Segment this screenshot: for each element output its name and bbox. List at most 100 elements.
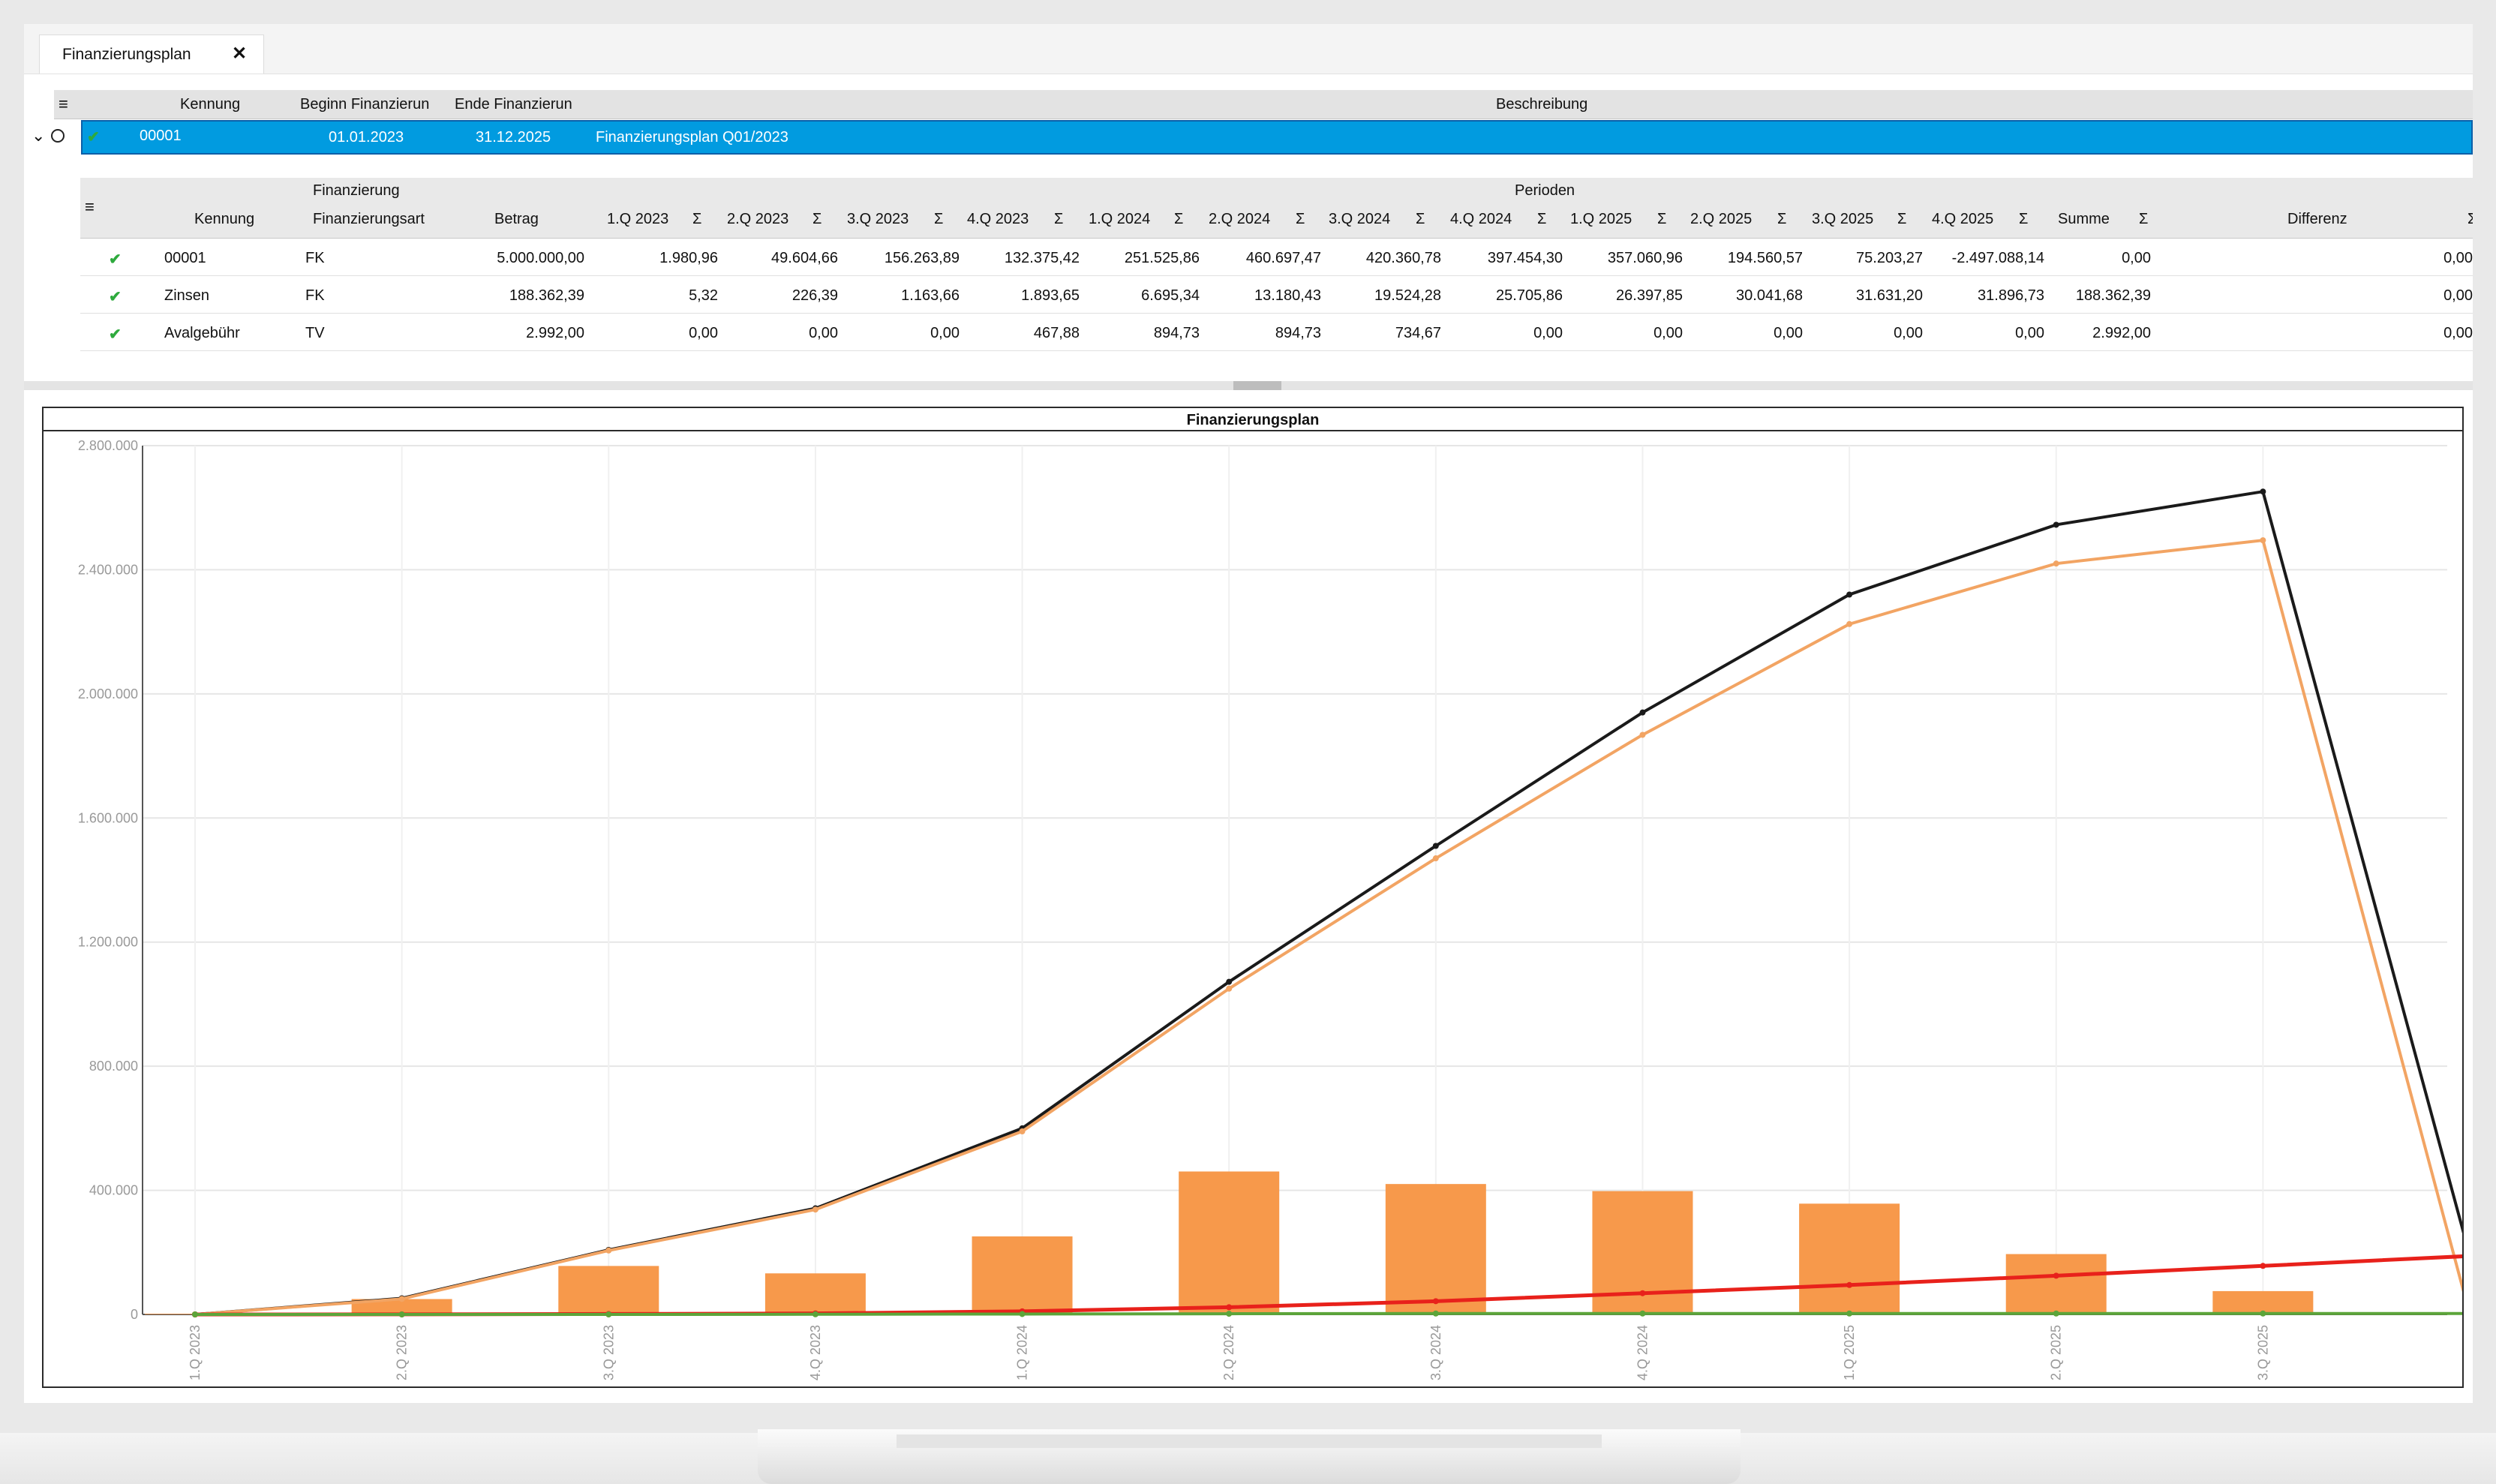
selected-row-highlight	[81, 120, 2473, 155]
row-value-q3: 1.163,66	[901, 287, 960, 304]
sigma-q4-2023: Σ	[1054, 211, 1064, 227]
row-value-q12: 31.896,73	[1978, 287, 2044, 304]
column-summe[interactable]: Summe	[2058, 211, 2110, 228]
column-q4-2023[interactable]: 4.Q 2023	[967, 211, 1029, 228]
column-q4-2025[interactable]: 4.Q 2025	[1932, 211, 1993, 228]
series-line-3	[194, 1254, 2470, 1317]
series-4-point	[2260, 1310, 2266, 1317]
table-row[interactable]: ✔ Zinsen FK 188.362,39 5,32 226,39 1.163,66 1.8…	[80, 277, 2473, 314]
column-q3-2024[interactable]: 3.Q 2024	[1329, 211, 1390, 228]
series-3-point	[1639, 1290, 1646, 1296]
row-value-q12: 0,00	[2015, 325, 2044, 341]
series-4-point	[2053, 1310, 2059, 1317]
y-tick-label: 800.000	[89, 1059, 138, 1074]
series-3-point	[2053, 1272, 2059, 1279]
column-q2-2025[interactable]: 2.Q 2025	[1690, 211, 1752, 228]
close-icon[interactable]: ✕	[232, 43, 247, 65]
tab-label: Finanzierungsplan	[62, 46, 191, 63]
chevron-down-icon[interactable]: ⌄	[32, 126, 45, 146]
x-tick-label: 2.Q 2023	[395, 1325, 410, 1380]
series-4-point	[1639, 1310, 1646, 1317]
column-q1-2024[interactable]: 1.Q 2024	[1089, 211, 1150, 228]
x-tick-label: 1.Q 2023	[188, 1325, 203, 1380]
row-value-q2: 226,39	[791, 287, 838, 304]
column-q1-2025[interactable]: 1.Q 2025	[1570, 211, 1632, 228]
sigma-q4-2024: Σ	[1537, 211, 1547, 227]
sigma-q2-2024: Σ	[1296, 211, 1305, 227]
column-q4-2024[interactable]: 4.Q 2024	[1450, 211, 1512, 228]
column-q2-2024[interactable]: 2.Q 2024	[1209, 211, 1270, 228]
column-q2-2023[interactable]: 2.Q 2023	[727, 211, 788, 228]
row-value-q9: 26.397,85	[1616, 287, 1683, 304]
column-q3-2025[interactable]: 3.Q 2025	[1812, 211, 1873, 228]
series-2-point	[1639, 731, 1646, 738]
column-differenz[interactable]: Differenz	[2287, 211, 2347, 228]
row-value-q6: 894,73	[1275, 325, 1321, 341]
series-4-point	[1846, 1310, 1853, 1317]
row-value-q1: 0,00	[689, 325, 718, 341]
series-2-point	[2260, 537, 2266, 544]
row-value-q8: 0,00	[1533, 325, 1563, 341]
sigma-q3-2024: Σ	[1416, 211, 1425, 227]
bar-6	[1179, 1171, 1280, 1314]
chart-title: Finanzierungsplan	[1187, 412, 1320, 428]
bar-7	[1385, 1184, 1486, 1314]
column-beginn[interactable]: Beginn Finanzierun	[300, 96, 429, 113]
row-value-q7: 19.524,28	[1374, 287, 1441, 304]
x-tick-label: 2.Q 2024	[1221, 1325, 1236, 1380]
row-differenz: 0,00	[2443, 250, 2473, 266]
row-value-q11: 75.203,27	[1856, 250, 1923, 266]
tab-finanzierungsplan[interactable]: Finanzierungsplan ✕	[39, 35, 264, 74]
chart-frame: Finanzierungsplan 0 400.000 800.000 1.200.00…	[42, 407, 2473, 1388]
column-menu-icon[interactable]: ≡	[85, 197, 95, 217]
series-2-point	[812, 1206, 818, 1213]
table-row[interactable]: ✔ Avalgebühr TV 2.992,00 0,00 0,00 0,00 467,88 8…	[80, 314, 2473, 351]
row-kennung: Zinsen	[164, 287, 210, 304]
row-summe: 0,00	[2122, 250, 2151, 266]
y-tick-label: 1.600.000	[78, 810, 138, 825]
row-value-q6: 13.180,43	[1254, 287, 1321, 304]
row-differenz: 0,00	[2443, 287, 2473, 304]
splitter-grip[interactable]	[1233, 381, 1281, 390]
column-finanzierungsart[interactable]: Finanzierungsart	[313, 211, 425, 228]
y-tick-label: 1.200.000	[78, 935, 138, 950]
column-beschreibung[interactable]: Beschreibung	[1496, 96, 1587, 113]
column-ende[interactable]: Ende Finanzierun	[455, 96, 572, 113]
row-value-q4: 1.893,65	[1021, 287, 1080, 304]
bar-9	[1799, 1203, 1900, 1314]
series-3-point	[1226, 1304, 1233, 1311]
finanzierung-grid-header: ≡ Finanzierung Perioden Kennung Finanzie…	[80, 178, 2473, 239]
row-value-q8: 397.454,30	[1487, 250, 1563, 266]
series-1-point	[1432, 843, 1439, 849]
series-line-2	[194, 538, 2471, 1316]
check-icon: ✔	[109, 251, 122, 268]
y-tick-label: 2.800.000	[78, 438, 138, 453]
column-betrag[interactable]: Betrag	[494, 211, 539, 228]
row-art: TV	[305, 325, 325, 341]
y-tick-label: 0	[131, 1307, 138, 1322]
column-menu-icon[interactable]: ≡	[59, 95, 68, 114]
row-value-q9: 0,00	[1653, 325, 1683, 341]
series-4-point	[192, 1311, 198, 1317]
row-value-q5: 251.525,86	[1124, 250, 1200, 266]
bar-4	[764, 1273, 866, 1314]
sigma-q3-2025: Σ	[1897, 211, 1907, 227]
series-2-point	[1846, 620, 1853, 627]
table-row[interactable]: ✔ 00001 FK 5.000.000,00 1.980,96 49.604,66 156…	[80, 239, 2473, 276]
row-value-q12: -2.497.088,14	[1951, 250, 2044, 266]
row-art: FK	[305, 250, 325, 266]
table-row-selected[interactable]: ⌄ ✔ 00001 01.01.2023 31.12.2025 Finanzie…	[32, 120, 2473, 155]
column-kennung[interactable]: Kennung	[180, 96, 240, 113]
finanzierungsplan-chart: Finanzierungsplan 0 400.000 800.000 1.200.00…	[44, 408, 2473, 1380]
plan-grid-header: ≡ Kennung Beginn Finanzierun Ende Finanz…	[54, 90, 2473, 119]
row-art: FK	[305, 287, 325, 304]
check-icon: ✔	[109, 326, 122, 343]
column-q3-2023[interactable]: 3.Q 2023	[847, 211, 909, 228]
row-value-q6: 460.697,47	[1245, 250, 1321, 266]
series-2-point	[1226, 985, 1233, 992]
radio-icon[interactable]	[51, 129, 65, 143]
column-q1-2023[interactable]: 1.Q 2023	[607, 211, 668, 228]
bar-3	[558, 1266, 659, 1314]
row-value-q10: 194.560,57	[1727, 250, 1803, 266]
column-kennung[interactable]: Kennung	[194, 211, 254, 228]
